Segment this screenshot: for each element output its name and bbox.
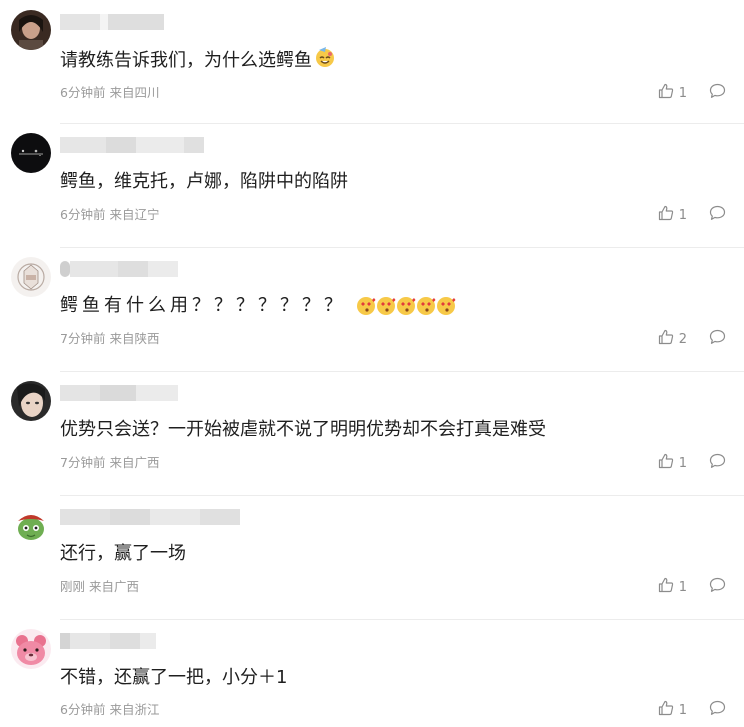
like-button[interactable]: 1 (658, 577, 687, 597)
heart-eyes-kiss-emoji (356, 295, 456, 317)
comment-location: 来自广西 (109, 455, 160, 470)
avatar[interactable] (11, 257, 51, 297)
thumbs-up-icon (658, 83, 674, 103)
comment-time: 刚刚 (60, 579, 86, 594)
avatar[interactable] (11, 505, 51, 545)
comment-text: 鳄鱼，维克托，卢娜，陷阱中的陷阱 (60, 171, 348, 192)
comment-meta: 6分钟前 来自四川 (60, 85, 159, 101)
comment-location: 来自广西 (89, 579, 140, 594)
reply-button[interactable] (709, 329, 726, 349)
comment-item: 鳄鱼，维克托，卢娜，陷阱中的陷阱 6分钟前 来自辽宁 1 (0, 124, 744, 248)
username-blurred[interactable] (60, 261, 178, 277)
comment-item: 优势只会送？一开始被虐就不说了明明优势却不会打真是难受 7分钟前 来自广西 1 (0, 372, 744, 496)
like-button[interactable]: 1 (658, 700, 687, 720)
comment-bubble-icon (709, 700, 726, 720)
comment-location: 来自浙江 (109, 702, 160, 717)
comment-time: 7分钟前 (60, 455, 106, 470)
comment-text: 请教练告诉我们，为什么选鳄鱼 (60, 46, 336, 75)
username-blurred[interactable] (60, 633, 156, 649)
comment-item: 鳄鱼有什么用？？？？？？？ 7分钟前 来自陕西 2 (0, 248, 744, 372)
comment-text: 优势只会送？一开始被虐就不说了明明优势却不会打真是难受 (60, 419, 546, 440)
avatar[interactable] (11, 10, 51, 50)
like-count: 1 (678, 455, 687, 471)
comment-text: 还行，赢了一场 (60, 543, 186, 564)
comment-meta: 6分钟前 来自浙江 (60, 702, 159, 718)
like-button[interactable]: 1 (658, 205, 687, 225)
comment-time: 6分钟前 (60, 85, 106, 100)
comment-time: 7分钟前 (60, 331, 106, 346)
reply-button[interactable] (709, 700, 726, 720)
like-button[interactable]: 1 (658, 453, 687, 473)
comment-item: 请教练告诉我们，为什么选鳄鱼 6分钟前 来自四川 1 (0, 0, 744, 124)
thumbs-up-icon (658, 453, 674, 473)
avatar[interactable] (11, 133, 51, 173)
reply-button[interactable] (709, 577, 726, 597)
username-blurred[interactable] (60, 385, 178, 401)
comment-actions: 1 (658, 453, 726, 473)
comment-bubble-icon (709, 205, 726, 225)
comment-actions: 1 (658, 577, 726, 597)
like-count: 1 (678, 579, 687, 595)
avatar[interactable] (11, 381, 51, 421)
like-count: 1 (678, 702, 687, 718)
like-count: 1 (678, 207, 687, 223)
reply-button[interactable] (709, 205, 726, 225)
comment-bubble-icon (709, 577, 726, 597)
comment-time: 6分钟前 (60, 702, 106, 717)
comment-time: 6分钟前 (60, 207, 106, 222)
comment-bubble-icon (709, 83, 726, 103)
thumbs-up-icon (658, 205, 674, 225)
comment-meta: 刚刚 来自广西 (60, 579, 139, 595)
username-blurred[interactable] (60, 14, 164, 30)
username-blurred[interactable] (60, 137, 204, 153)
sweat-smile-emoji (314, 46, 336, 75)
comment-meta: 7分钟前 来自广西 (60, 455, 159, 471)
thumbs-up-icon (658, 700, 674, 720)
comment-bubble-icon (709, 329, 726, 349)
reply-button[interactable] (709, 83, 726, 103)
comment-location: 来自辽宁 (109, 207, 160, 222)
avatar[interactable] (11, 629, 51, 669)
like-count: 1 (678, 85, 687, 101)
comment-actions: 1 (658, 205, 726, 225)
like-count: 2 (678, 331, 687, 347)
comment-location: 来自四川 (109, 85, 160, 100)
comment-meta: 6分钟前 来自辽宁 (60, 207, 159, 223)
comment-text: 鳄鱼有什么用？？？？？？？ (60, 294, 456, 318)
comment-item: 不错，还赢了一把，小分＋1 6分钟前 来自浙江 1 (0, 620, 744, 727)
comment-actions: 2 (658, 329, 726, 349)
comment-meta: 7分钟前 来自陕西 (60, 331, 159, 347)
comment-actions: 1 (658, 700, 726, 720)
thumbs-up-icon (658, 329, 674, 349)
comment-bubble-icon (709, 453, 726, 473)
comment-actions: 1 (658, 83, 726, 103)
comment-location: 来自陕西 (109, 331, 160, 346)
like-button[interactable]: 1 (658, 83, 687, 103)
like-button[interactable]: 2 (658, 329, 687, 349)
comment-item: 还行，赢了一场 刚刚 来自广西 1 (0, 496, 744, 620)
comment-list: 请教练告诉我们，为什么选鳄鱼 6分钟前 来自四川 1 鳄鱼，维克托，卢娜，陷阱中… (0, 0, 744, 727)
comment-text: 不错，还赢了一把，小分＋1 (60, 667, 288, 688)
reply-button[interactable] (709, 453, 726, 473)
username-blurred[interactable] (60, 509, 240, 525)
thumbs-up-icon (658, 577, 674, 597)
